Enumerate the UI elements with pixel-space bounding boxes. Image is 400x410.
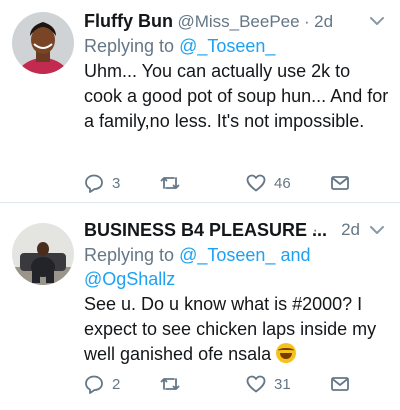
author-name[interactable]: BUSINESS B4 PLEASURE ...	[84, 220, 327, 240]
tweet-header: Fluffy Bun @Miss_BeePee · 2d	[84, 8, 390, 34]
tweet-header: BUSINESS B4 PLEASURE ... · 2d	[84, 217, 390, 243]
reply-button[interactable]: 2	[84, 373, 120, 395]
timestamp[interactable]: 2d	[341, 217, 360, 243]
like-button[interactable]: 46	[246, 172, 291, 194]
like-button[interactable]: 31	[246, 373, 291, 395]
retweet-button[interactable]	[160, 373, 180, 395]
retweet-icon	[160, 378, 180, 390]
reply-button[interactable]: 3	[84, 172, 120, 194]
reply-icon	[85, 375, 103, 394]
mention-link[interactable]: @_Toseen_	[179, 36, 275, 56]
tweet-text: See u. Do u know what is #2000? I expect…	[84, 292, 390, 367]
author-handle[interactable]: @Miss_BeePee	[177, 12, 299, 31]
tweet-card[interactable]: BUSINESS B4 PLEASURE ... · 2d Replying t…	[0, 203, 400, 410]
avatar[interactable]	[12, 12, 74, 74]
avatar[interactable]	[12, 223, 74, 285]
grinning-sweat-emoji	[276, 343, 297, 363]
share-button[interactable]	[330, 172, 350, 194]
separator-dot: ·	[304, 12, 310, 31]
replying-to: Replying to @_Toseen_	[84, 34, 390, 58]
chevron-down-icon[interactable]	[368, 221, 386, 239]
heart-icon	[246, 174, 266, 192]
retweet-button[interactable]	[160, 172, 180, 194]
replying-label: Replying to	[84, 36, 175, 56]
retweet-icon	[160, 177, 180, 189]
replying-to: Replying to @_Toseen_ and @OgShallz	[84, 243, 390, 291]
mention-link[interactable]: @_Toseen_	[179, 245, 275, 265]
chevron-down-icon[interactable]	[368, 12, 386, 30]
reply-count: 2	[112, 375, 121, 393]
replying-label: Replying to	[84, 245, 175, 265]
reply-count: 3	[112, 174, 121, 192]
like-count: 31	[274, 375, 291, 393]
like-count: 46	[274, 174, 291, 192]
replying-joiner: and	[280, 245, 311, 265]
man-seated-avatar	[12, 223, 74, 285]
tweet-actions: 2 31	[84, 373, 374, 395]
tweet-text: Uhm... You can actually use 2k to cook a…	[84, 61, 389, 131]
author-name[interactable]: Fluffy Bun	[84, 11, 173, 31]
envelope-icon	[331, 377, 349, 391]
woman-portrait-avatar	[12, 12, 74, 74]
separator-dot: ·	[312, 220, 318, 239]
mention-link[interactable]: @OgShallz	[84, 269, 175, 289]
tweet-actions: 3 46	[84, 172, 374, 194]
envelope-icon	[331, 176, 349, 190]
reply-icon	[85, 174, 103, 193]
tweet-text-content: See u. Do u know what is #2000? I expect…	[84, 294, 377, 364]
share-button[interactable]	[330, 373, 350, 395]
tweet-card[interactable]: Fluffy Bun @Miss_BeePee · 2d Replying to…	[0, 0, 400, 203]
timestamp[interactable]: 2d	[314, 12, 333, 31]
heart-icon	[246, 375, 266, 393]
